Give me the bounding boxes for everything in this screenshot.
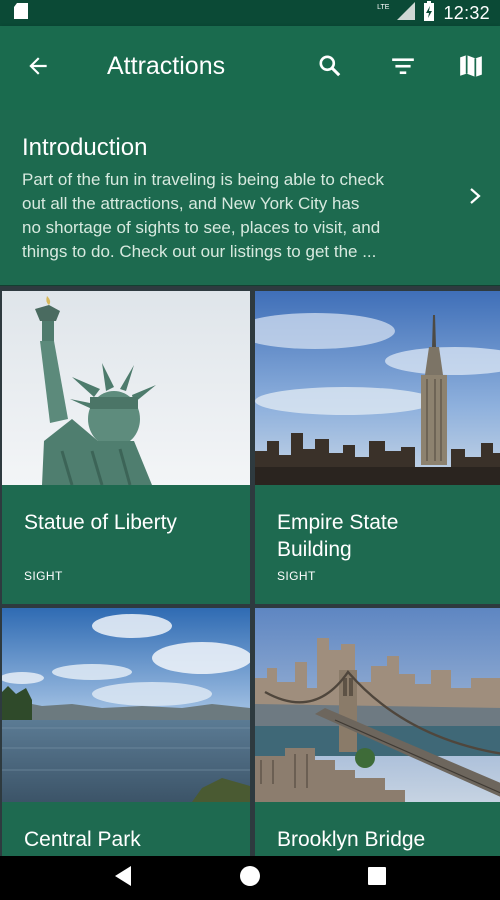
introduction-line: Part of the fun in traveling is being ab… bbox=[22, 170, 384, 189]
sd-card-icon bbox=[14, 2, 28, 24]
attraction-card-brooklyn-bridge[interactable]: Brooklyn Bridge bbox=[255, 608, 500, 856]
system-navigation-bar bbox=[0, 856, 500, 900]
back-arrow-icon bbox=[25, 53, 51, 84]
search-icon bbox=[317, 53, 343, 84]
recents-square-icon bbox=[366, 865, 388, 892]
back-button[interactable] bbox=[14, 44, 62, 92]
status-right: LTE 12:32 bbox=[377, 0, 490, 26]
nav-recents-button[interactable] bbox=[357, 858, 397, 898]
signal-icon bbox=[397, 1, 416, 25]
attraction-card-central-park[interactable]: Central Park bbox=[2, 608, 250, 856]
introduction-title: Introduction bbox=[22, 134, 148, 161]
network-type: LTE bbox=[377, 3, 390, 11]
central-park-photo bbox=[2, 608, 250, 802]
attraction-title: Empire State Building bbox=[277, 509, 487, 563]
status-time: 12:32 bbox=[443, 2, 490, 23]
introduction-line: out all the attractions, and New York Ci… bbox=[22, 194, 360, 213]
battery-charging-icon bbox=[423, 0, 435, 26]
attraction-title: Statue of Liberty bbox=[24, 511, 177, 534]
filter-button[interactable] bbox=[379, 44, 427, 92]
introduction-line: no shortage of sights to see, places to … bbox=[22, 218, 381, 237]
attraction-title: Brooklyn Bridge bbox=[277, 828, 426, 851]
nav-home-button[interactable] bbox=[230, 858, 270, 898]
attraction-type: SIGHT bbox=[277, 569, 316, 583]
introduction-line: things to do. Check out our listings to … bbox=[22, 242, 377, 261]
attraction-card-statue-of-liberty[interactable]: Statue of Liberty SIGHT bbox=[2, 291, 250, 604]
status-bar: LTE 12:32 bbox=[0, 0, 500, 26]
attraction-title-line: Building bbox=[277, 538, 352, 561]
attraction-title-line: Empire State bbox=[277, 511, 399, 534]
statue-of-liberty-photo bbox=[2, 291, 250, 485]
chevron-right-icon[interactable] bbox=[466, 184, 484, 213]
nav-back-button[interactable] bbox=[103, 858, 143, 898]
attraction-card-empire-state-building[interactable]: Empire State Building SIGHT bbox=[255, 291, 500, 604]
search-button[interactable] bbox=[306, 44, 354, 92]
home-circle-icon bbox=[238, 864, 262, 893]
filter-icon bbox=[390, 53, 416, 84]
map-icon bbox=[458, 53, 484, 84]
back-triangle-icon bbox=[112, 864, 134, 893]
empire-state-building-photo bbox=[255, 291, 500, 485]
introduction-section[interactable]: Introduction Part of the fun in travelin… bbox=[0, 110, 500, 286]
brooklyn-bridge-photo bbox=[255, 608, 500, 802]
page-title: Attractions bbox=[107, 52, 226, 80]
app-bar: Attractions bbox=[0, 26, 500, 110]
introduction-text: Part of the fun in traveling is being ab… bbox=[22, 168, 440, 264]
map-button[interactable] bbox=[447, 44, 495, 92]
attractions-grid: Statue of Liberty SIGHT Empire State Bui… bbox=[0, 288, 500, 856]
attraction-type: SIGHT bbox=[24, 569, 63, 583]
attraction-title: Central Park bbox=[24, 828, 141, 851]
